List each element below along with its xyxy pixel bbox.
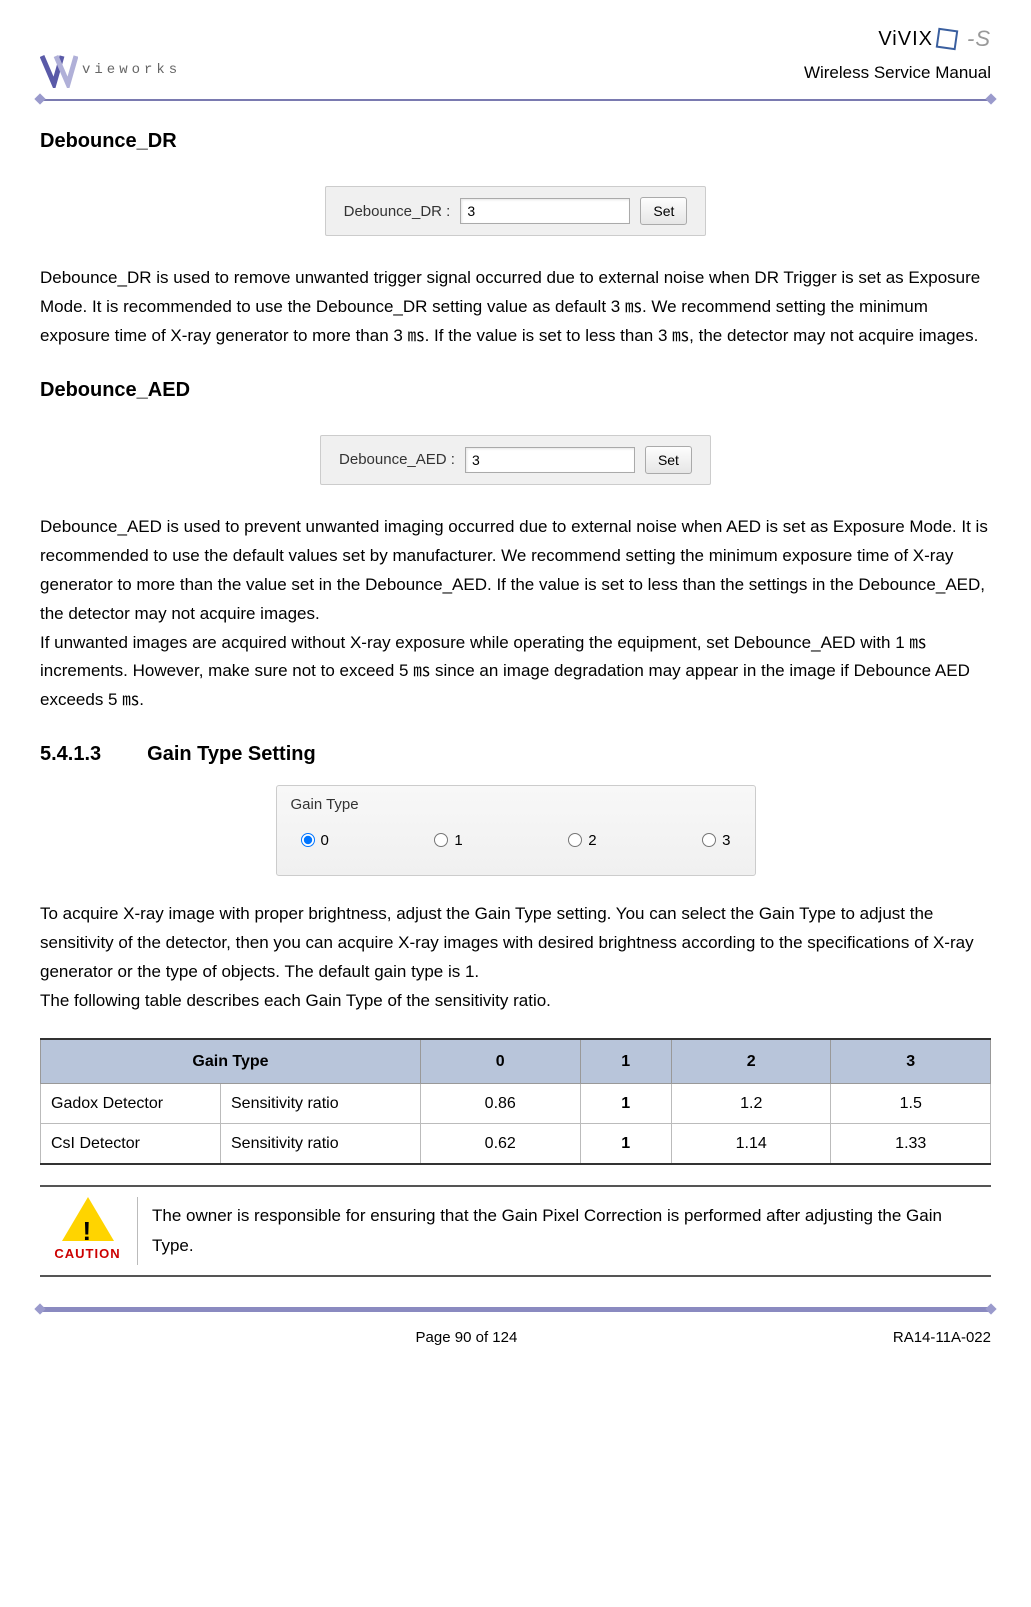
table-header: Gain Type	[41, 1039, 421, 1084]
table-cell: 0.86	[421, 1083, 581, 1123]
header-right: ViVIX -S Wireless Service Manual	[804, 20, 991, 88]
table-row: Gadox Detector Sensitivity ratio 0.86 1 …	[41, 1083, 991, 1123]
table-header: 0	[421, 1039, 581, 1084]
diamond-icon	[34, 1304, 45, 1315]
debounce-aed-ui: Debounce_AED : Set	[320, 435, 711, 485]
debounce-aed-paragraph: Debounce_AED is used to prevent unwanted…	[40, 513, 991, 715]
gain-type-widget: Gain Type 0 1 2 3	[276, 785, 756, 876]
section-number: 5.4.1.3	[40, 737, 101, 771]
section-title-debounce-dr: Debounce_DR	[40, 124, 991, 158]
table-cell: Sensitivity ratio	[221, 1083, 421, 1123]
product-logo: ViVIX -S	[878, 20, 991, 57]
caution-text: The owner is responsible for ensuring th…	[152, 1201, 983, 1262]
table-header: 3	[831, 1039, 991, 1084]
table-cell: 0.62	[421, 1124, 581, 1165]
diamond-icon	[985, 94, 996, 105]
product-logo-box-icon	[936, 27, 959, 50]
page-footer: Page 90 of 124 RA14-11A-022	[40, 1325, 991, 1351]
brand-logo: vieworks	[40, 54, 181, 88]
diamond-icon	[34, 94, 45, 105]
debounce-aed-input[interactable]	[465, 447, 635, 473]
section-title-gain-type: Gain Type Setting	[147, 737, 316, 771]
debounce-dr-set-button[interactable]: Set	[640, 197, 687, 225]
gain-radio-3[interactable]	[702, 833, 716, 847]
table-cell: 1	[580, 1124, 671, 1165]
table-cell: 1.2	[671, 1083, 831, 1123]
footer-doc-number: RA14-11A-022	[893, 1325, 991, 1351]
gain-type-paragraph: To acquire X-ray image with proper brigh…	[40, 900, 991, 1016]
gain-option-0[interactable]: 0	[301, 828, 329, 854]
gain-radio-2[interactable]	[568, 833, 582, 847]
brand-text: vieworks	[82, 59, 181, 83]
table-cell: 1	[580, 1083, 671, 1123]
gain-option-label: 2	[588, 828, 596, 854]
warning-triangle-icon: !	[62, 1197, 114, 1241]
gain-option-label: 1	[454, 828, 462, 854]
vieworks-icon	[40, 54, 78, 88]
header-rule	[40, 96, 991, 102]
table-cell: Sensitivity ratio	[221, 1124, 421, 1165]
gain-option-label: 3	[722, 828, 730, 854]
debounce-dr-label: Debounce_DR :	[344, 199, 451, 225]
debounce-dr-input[interactable]	[460, 198, 630, 224]
gain-radio-0[interactable]	[301, 833, 315, 847]
table-cell: CsI Detector	[41, 1124, 221, 1165]
gain-type-table: Gain Type 0 1 2 3 Gadox Detector Sensiti…	[40, 1038, 991, 1166]
table-header: 1	[580, 1039, 671, 1084]
debounce-aed-label: Debounce_AED :	[339, 447, 455, 473]
manual-title: Wireless Service Manual	[804, 59, 991, 88]
gain-option-3[interactable]: 3	[702, 828, 730, 854]
footer-page-number: Page 90 of 124	[40, 1325, 893, 1351]
section-title-debounce-aed: Debounce_AED	[40, 373, 991, 407]
product-logo-suffix: -S	[967, 20, 991, 57]
table-row: CsI Detector Sensitivity ratio 0.62 1 1.…	[41, 1124, 991, 1165]
page-header: vieworks ViVIX -S Wireless Service Manua…	[40, 20, 991, 88]
gain-radio-1[interactable]	[434, 833, 448, 847]
diamond-icon	[985, 1304, 996, 1315]
gain-option-2[interactable]: 2	[568, 828, 596, 854]
gain-option-label: 0	[321, 828, 329, 854]
debounce-aed-set-button[interactable]: Set	[645, 446, 692, 474]
table-header-row: Gain Type 0 1 2 3	[41, 1039, 991, 1084]
debounce-dr-paragraph: Debounce_DR is used to remove unwanted t…	[40, 264, 991, 351]
caution-icon-block: ! CAUTION	[48, 1197, 138, 1265]
table-cell: 1.5	[831, 1083, 991, 1123]
table-cell: Gadox Detector	[41, 1083, 221, 1123]
gain-type-widget-title: Gain Type	[291, 792, 741, 818]
table-cell: 1.33	[831, 1124, 991, 1165]
table-cell: 1.14	[671, 1124, 831, 1165]
footer-rule	[40, 1307, 991, 1315]
gain-option-1[interactable]: 1	[434, 828, 462, 854]
table-header: 2	[671, 1039, 831, 1084]
section-heading-gain-type: 5.4.1.3 Gain Type Setting	[40, 737, 991, 771]
caution-box: ! CAUTION The owner is responsible for e…	[40, 1185, 991, 1277]
debounce-dr-ui: Debounce_DR : Set	[325, 186, 707, 236]
product-logo-text: ViVIX	[878, 22, 933, 56]
